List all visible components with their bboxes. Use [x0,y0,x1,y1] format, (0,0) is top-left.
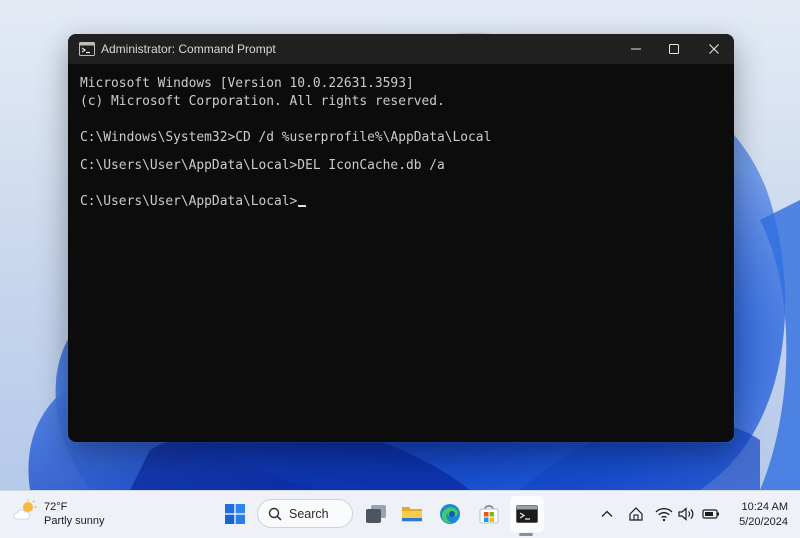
window-title: Administrator: Command Prompt [101,42,276,56]
desktop-wallpaper: Administrator: Command Prompt Microsoft … [0,0,800,490]
store-icon [479,505,499,524]
store-button[interactable] [475,500,503,528]
text-cursor [298,205,307,207]
title-bar[interactable]: Administrator: Command Prompt [68,34,734,64]
search-icon [268,507,282,521]
show-hidden-icons-button[interactable] [598,505,616,523]
close-icon [709,44,719,54]
edge-button[interactable] [436,500,464,528]
console-line: C:\Users\User\AppData\Local>DEL IconCach… [80,158,445,173]
weather-condition: Partly sunny [44,514,105,527]
command-prompt-window[interactable]: Administrator: Command Prompt Microsoft … [68,34,734,442]
volume-button[interactable] [678,505,696,523]
maximize-button[interactable] [654,34,694,64]
partly-sunny-icon [12,499,38,528]
network-button[interactable] [655,505,673,523]
cmd-icon [79,41,95,57]
console-prompt: C:\Users\User\AppData\Local> [80,194,298,209]
console-line: Microsoft Windows [Version 10.0.22631.35… [80,76,414,91]
minimize-icon [631,48,641,50]
task-view-button[interactable] [362,500,390,528]
console-output[interactable]: Microsoft Windows [Version 10.0.22631.35… [68,64,734,222]
task-view-icon [366,505,386,523]
pen-icon [629,507,643,521]
search-label: Search [289,506,329,521]
file-explorer-icon [402,507,422,522]
wifi-icon [655,507,673,522]
start-button[interactable] [221,500,249,528]
battery-button[interactable] [702,505,720,523]
chevron-up-icon [601,510,613,517]
active-app-indicator [519,533,533,536]
weather-widget[interactable]: 72°F Partly sunny [12,499,105,528]
maximize-icon [669,44,679,54]
edge-icon [440,504,460,524]
terminal-icon [516,505,538,523]
minimize-button[interactable] [616,34,656,64]
taskbar: 72°F Partly sunny Search 10:24 AM 5/20/2… [0,490,800,538]
start-icon [225,504,245,524]
taskbar-search[interactable]: Search [257,499,353,528]
clock-time: 10:24 AM [741,501,788,513]
close-button[interactable] [694,34,734,64]
pen-menu-button[interactable] [627,505,645,523]
battery-icon [702,509,719,519]
console-line: C:\Windows\System32>CD /d %userprofile%\… [80,130,492,145]
terminal-button[interactable] [513,500,541,528]
weather-temperature: 72°F [44,500,68,513]
clock-date: 5/20/2024 [739,516,788,528]
console-line: (c) Microsoft Corporation. All rights re… [80,94,445,109]
file-explorer-button[interactable] [398,500,426,528]
volume-icon [678,507,694,521]
console-prompt-line[interactable]: C:\Users\User\AppData\Local> [80,193,722,211]
system-clock[interactable]: 10:24 AM 5/20/2024 [739,500,788,530]
